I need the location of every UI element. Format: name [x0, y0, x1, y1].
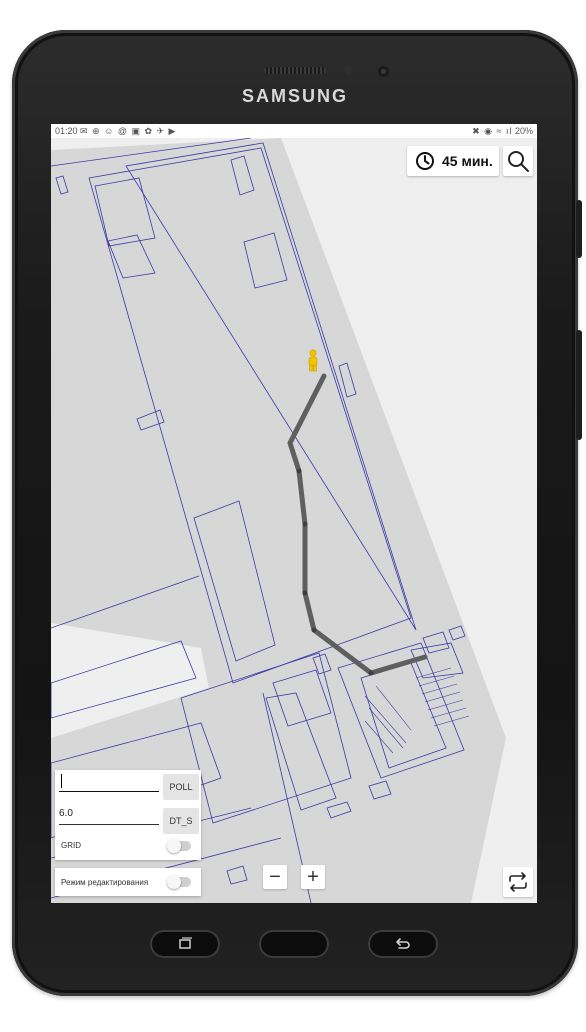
search-button[interactable] [503, 146, 533, 176]
grid-toggle[interactable] [167, 839, 191, 853]
route-duration: 45 мин. [407, 146, 499, 176]
brand-logo: SAMSUNG [241, 86, 348, 106]
system-icons: ✖ ◉ ≈ ıl [472, 126, 513, 136]
zoom-in-button[interactable]: + [301, 865, 325, 889]
number-input[interactable]: 6.0 [59, 803, 159, 825]
edit-mode-panel: Режим редактирования [55, 868, 201, 896]
back-icon [396, 938, 410, 949]
screen: 01:20 ✉ ⊕ ☺ @ ▣ ✿ ✈ ▶ ✖ ◉ ≈ ıl 20% 45 ми… [51, 124, 537, 903]
recent-apps-button[interactable] [150, 930, 220, 958]
clock-icon [416, 152, 434, 170]
swap-route-button[interactable] [503, 867, 533, 897]
duration-label: 45 мин. [442, 153, 493, 169]
power-button [576, 330, 582, 440]
edit-mode-toggle-knob [167, 875, 181, 889]
dt-s-button[interactable]: DT_S [163, 808, 199, 834]
grid-label: GRID [61, 841, 81, 850]
grid-toggle-knob [167, 839, 181, 853]
recent-apps-icon [179, 937, 192, 949]
front-camera [378, 66, 389, 77]
zoom-out-button[interactable]: − [263, 865, 287, 889]
poll-button[interactable]: POLL [163, 774, 199, 800]
edit-mode-toggle[interactable] [167, 875, 191, 889]
back-button[interactable] [368, 930, 438, 958]
text-cursor [61, 774, 62, 788]
proximity-sensor [344, 66, 353, 75]
earpiece-speaker [264, 67, 326, 74]
volume-button [576, 200, 582, 258]
status-time: 01:20 [55, 126, 78, 136]
debug-panel: POLL 6.0 DT_S GRID [55, 770, 201, 860]
notification-icons: ✉ ⊕ ☺ @ ▣ ✿ ✈ ▶ [80, 126, 177, 136]
edit-mode-label: Режим редактирования [61, 878, 149, 887]
search-icon [508, 151, 529, 172]
home-button[interactable] [259, 930, 329, 958]
battery-level: 20% [514, 126, 533, 136]
status-bar: 01:20 ✉ ⊕ ☺ @ ▣ ✿ ✈ ▶ ✖ ◉ ≈ ıl 20% [51, 124, 537, 138]
swap-route-icon [509, 872, 527, 892]
text-input[interactable] [59, 770, 159, 792]
